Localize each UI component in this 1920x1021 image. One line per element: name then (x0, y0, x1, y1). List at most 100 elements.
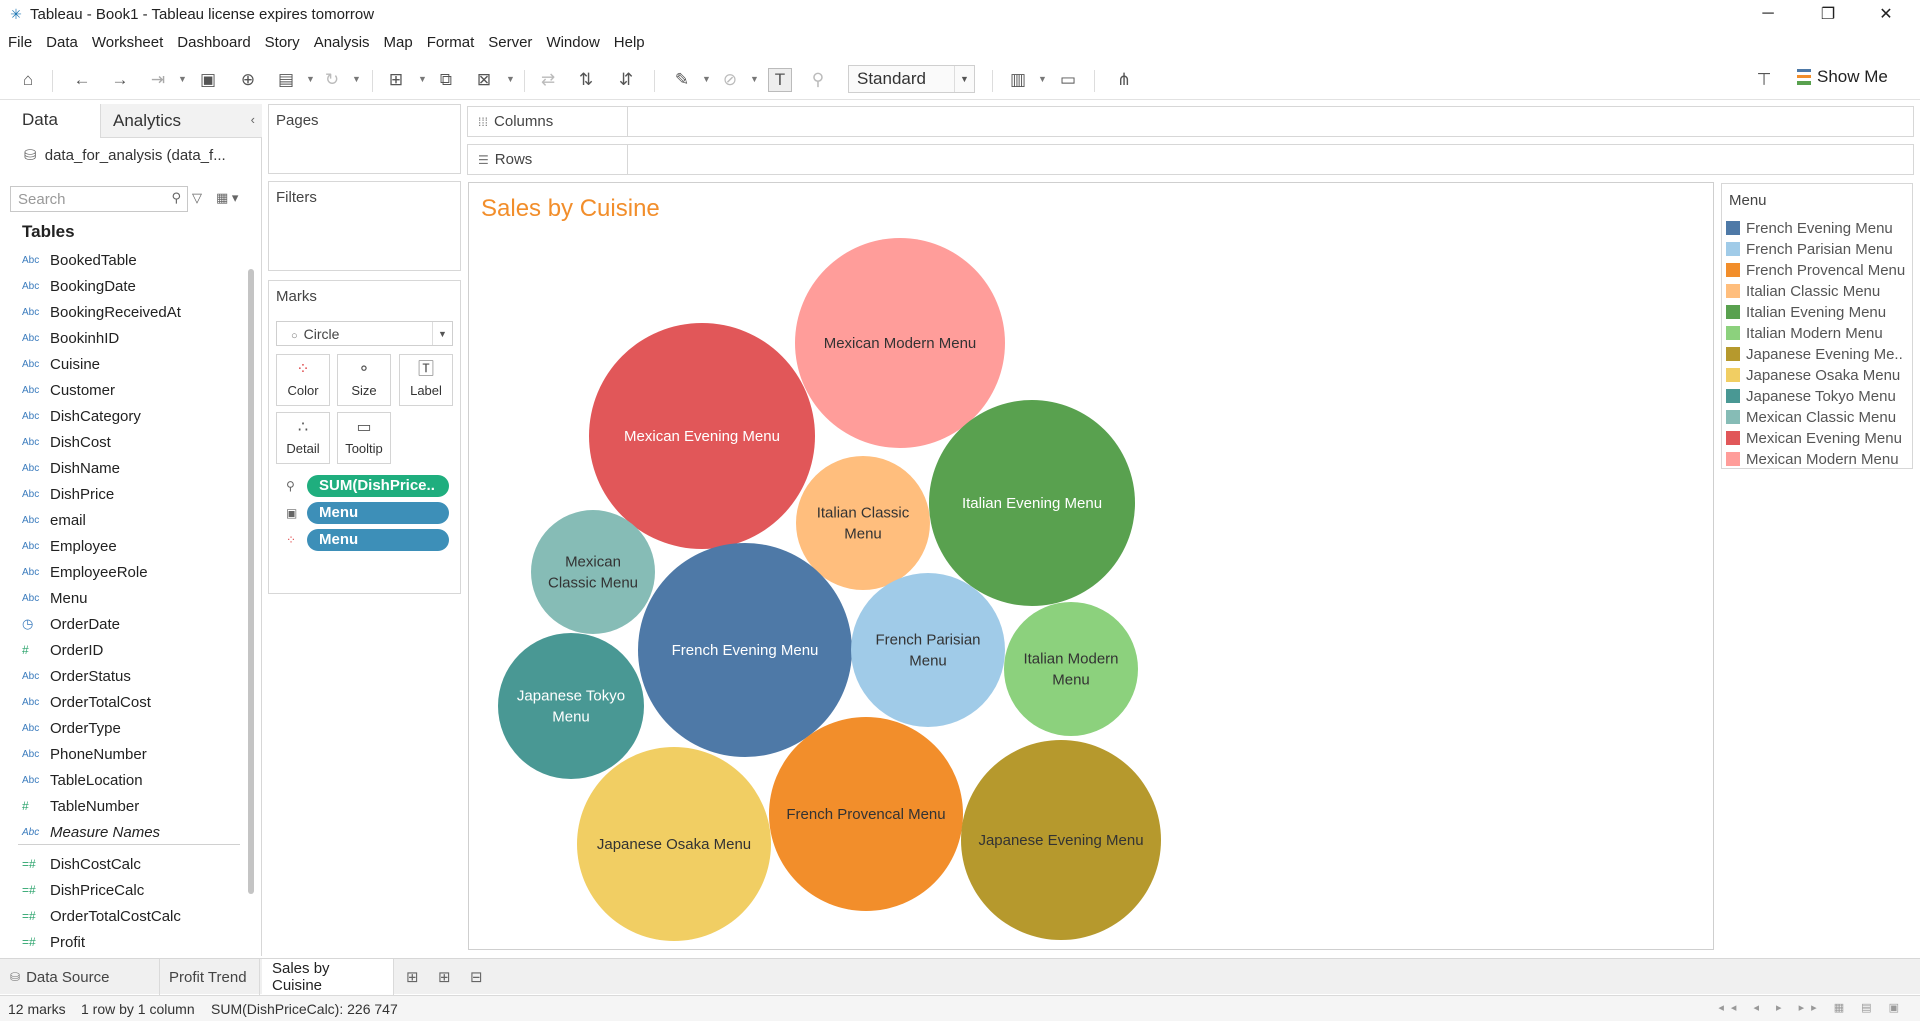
search-input[interactable]: Search ⚲ (10, 186, 188, 212)
swap-icon[interactable]: ⇄ (536, 68, 560, 92)
bubble-mark[interactable]: Japanese Osaka Menu (577, 747, 771, 941)
new-datasource-icon[interactable]: ⊕ (236, 68, 260, 92)
menu-file[interactable]: File (0, 34, 38, 51)
field-item[interactable]: # TableNumber (22, 795, 139, 817)
rows-shelf[interactable]: ☰ Rows (467, 144, 1914, 175)
fix-axes-icon[interactable]: ⚲ (806, 68, 830, 92)
pause-updates-icon[interactable]: ▤ (274, 68, 298, 92)
bubble-mark[interactable]: Mexican Classic Menu (531, 510, 655, 634)
field-item[interactable]: Abc Cuisine (22, 353, 100, 375)
cards-dropdown-icon[interactable]: ▼ (1038, 74, 1047, 84)
menu-format[interactable]: Format (419, 34, 481, 51)
legend-item[interactable]: Mexican Classic Menu (1726, 407, 1896, 427)
datasource-item[interactable]: ⛁ data_for_analysis (data_f... (24, 146, 226, 164)
size-pill[interactable]: SUM(DishPrice.. (307, 475, 449, 497)
bubble-mark[interactable]: Italian Modern Menu (1004, 602, 1138, 736)
sheet-navigation-icon[interactable]: ◂◂ ◂ ▸ ▸▸ ▦ ▤ ▣ (1718, 1001, 1906, 1014)
field-item[interactable]: Abc Customer (22, 379, 115, 401)
mark-type-select[interactable]: ○ Circle ▼ (276, 321, 453, 346)
field-item[interactable]: Abc Employee (22, 535, 117, 557)
field-item[interactable]: # OrderID (22, 639, 103, 661)
bubble-mark[interactable]: Mexican Modern Menu (795, 238, 1005, 448)
field-item[interactable]: Abc DishCost (22, 431, 111, 453)
calc-field-item[interactable]: =# DishCostCalc (22, 853, 141, 875)
menu-worksheet[interactable]: Worksheet (84, 34, 169, 51)
home-icon[interactable]: ⌂ (16, 68, 40, 92)
scrollbar[interactable] (248, 269, 254, 894)
field-item[interactable]: Abc PhoneNumber (22, 743, 147, 765)
menu-analysis[interactable]: Analysis (306, 34, 376, 51)
field-item[interactable]: Abc OrderTotalCost (22, 691, 151, 713)
bubble-circle[interactable] (1004, 602, 1138, 736)
menu-story[interactable]: Story (257, 34, 306, 51)
new-dashboard-icon[interactable]: ⊞ (438, 968, 451, 986)
field-item[interactable]: Abc BookedTable (22, 249, 137, 271)
tooltip-button[interactable]: ▭ Tooltip (337, 412, 391, 464)
field-item[interactable]: Abc TableLocation (22, 769, 143, 791)
menu-help[interactable]: Help (606, 34, 651, 51)
size-button[interactable]: ⚬ Size (337, 354, 391, 406)
bubble-mark[interactable]: French Provencal Menu (769, 717, 963, 911)
clear-dropdown-icon[interactable]: ▼ (506, 74, 515, 84)
legend-item[interactable]: Italian Modern Menu (1726, 323, 1883, 343)
label-button[interactable]: 🅃 Label (399, 354, 453, 406)
bubble-mark[interactable]: French Evening Menu (638, 543, 852, 757)
calc-field-item[interactable]: =# DishPriceCalc (22, 879, 144, 901)
legend-item[interactable]: French Parisian Menu (1726, 239, 1893, 259)
bubble-circle[interactable] (531, 510, 655, 634)
tab-data[interactable]: Data (0, 104, 100, 138)
color-pill[interactable]: Menu (307, 529, 449, 551)
field-item[interactable]: Abc EmployeeRole (22, 561, 148, 583)
viz-canvas[interactable]: Sales by Cuisine Mexican Modern Menu Mexi… (468, 182, 1714, 950)
filter-icon[interactable]: ▽ (192, 190, 202, 206)
field-item[interactable]: Abc DishCategory (22, 405, 141, 427)
columns-shelf[interactable]: ⁞⁞⁞ Columns (467, 106, 1914, 137)
legend-item[interactable]: French Evening Menu (1726, 218, 1893, 238)
bubble-chart[interactable]: Mexican Modern Menu Mexican Evening Menu I… (469, 183, 1715, 951)
field-item[interactable]: Abc BookinhID (22, 327, 119, 349)
filters-card[interactable]: Filters (268, 181, 461, 271)
show-me-button[interactable]: Show Me (1797, 67, 1888, 87)
calc-field-item[interactable]: =# OrderTotalCostCalc (22, 905, 181, 927)
tab-analytics[interactable]: Analytics (100, 104, 262, 138)
field-item[interactable]: Abc BookingDate (22, 275, 136, 297)
replay-dropdown-icon[interactable]: ▼ (178, 74, 187, 84)
restore-button[interactable]: ❐ (1800, 0, 1856, 28)
replay-icon[interactable]: ⇥ (146, 68, 170, 92)
menu-map[interactable]: Map (376, 34, 419, 51)
menu-window[interactable]: Window (538, 34, 605, 51)
field-item[interactable]: Abc BookingReceivedAt (22, 301, 181, 323)
bubble-mark[interactable]: Japanese Evening Menu (961, 740, 1161, 940)
show-labels-icon[interactable]: T (768, 68, 792, 92)
legend-item[interactable]: Mexican Evening Menu (1726, 428, 1902, 448)
menu-server[interactable]: Server (480, 34, 538, 51)
calc-field-item[interactable]: =# Profit (22, 931, 85, 953)
field-item[interactable]: Abc DishPrice (22, 483, 114, 505)
bubble-mark[interactable]: Japanese Tokyo Menu (498, 633, 644, 779)
legend-item[interactable]: Mexican Modern Menu (1726, 449, 1899, 469)
refresh-dropdown-icon[interactable]: ▼ (352, 74, 361, 84)
view-options-icon[interactable]: ▦ ▾ (216, 190, 238, 206)
paint-format-icon[interactable]: ⊤ (1752, 68, 1776, 92)
field-item[interactable]: Abc DishName (22, 457, 120, 479)
field-item[interactable]: Abc email (22, 509, 86, 531)
tab-profit-trend[interactable]: Profit Trend (160, 959, 260, 995)
bubble-mark[interactable]: Italian Evening Menu (929, 400, 1135, 606)
tab-data-source[interactable]: ⛁ Data Source (0, 959, 160, 995)
bubble-mark[interactable]: Italian Classic Menu (796, 456, 930, 590)
legend-item[interactable]: French Provencal Menu (1726, 260, 1905, 280)
bubble-mark[interactable]: French Parisian Menu (851, 573, 1005, 727)
collapse-pane-icon[interactable]: ‹ (251, 112, 255, 127)
bubble-circle[interactable] (851, 573, 1005, 727)
label-pill[interactable]: Menu (307, 502, 449, 524)
refresh-icon[interactable]: ↻ (320, 68, 344, 92)
field-item[interactable]: ◷ OrderDate (22, 613, 120, 635)
minimize-button[interactable]: ─ (1740, 0, 1796, 28)
color-button[interactable]: ⁘ Color (276, 354, 330, 406)
legend-item[interactable]: Italian Classic Menu (1726, 281, 1880, 301)
bubble-mark[interactable]: Mexican Evening Menu (589, 323, 815, 549)
presentation-mode-icon[interactable]: ▭ (1056, 68, 1080, 92)
menu-dashboard[interactable]: Dashboard (169, 34, 256, 51)
fit-select[interactable]: Standard ▼ (848, 65, 975, 93)
highlight-icon[interactable]: ✎ (670, 68, 694, 92)
